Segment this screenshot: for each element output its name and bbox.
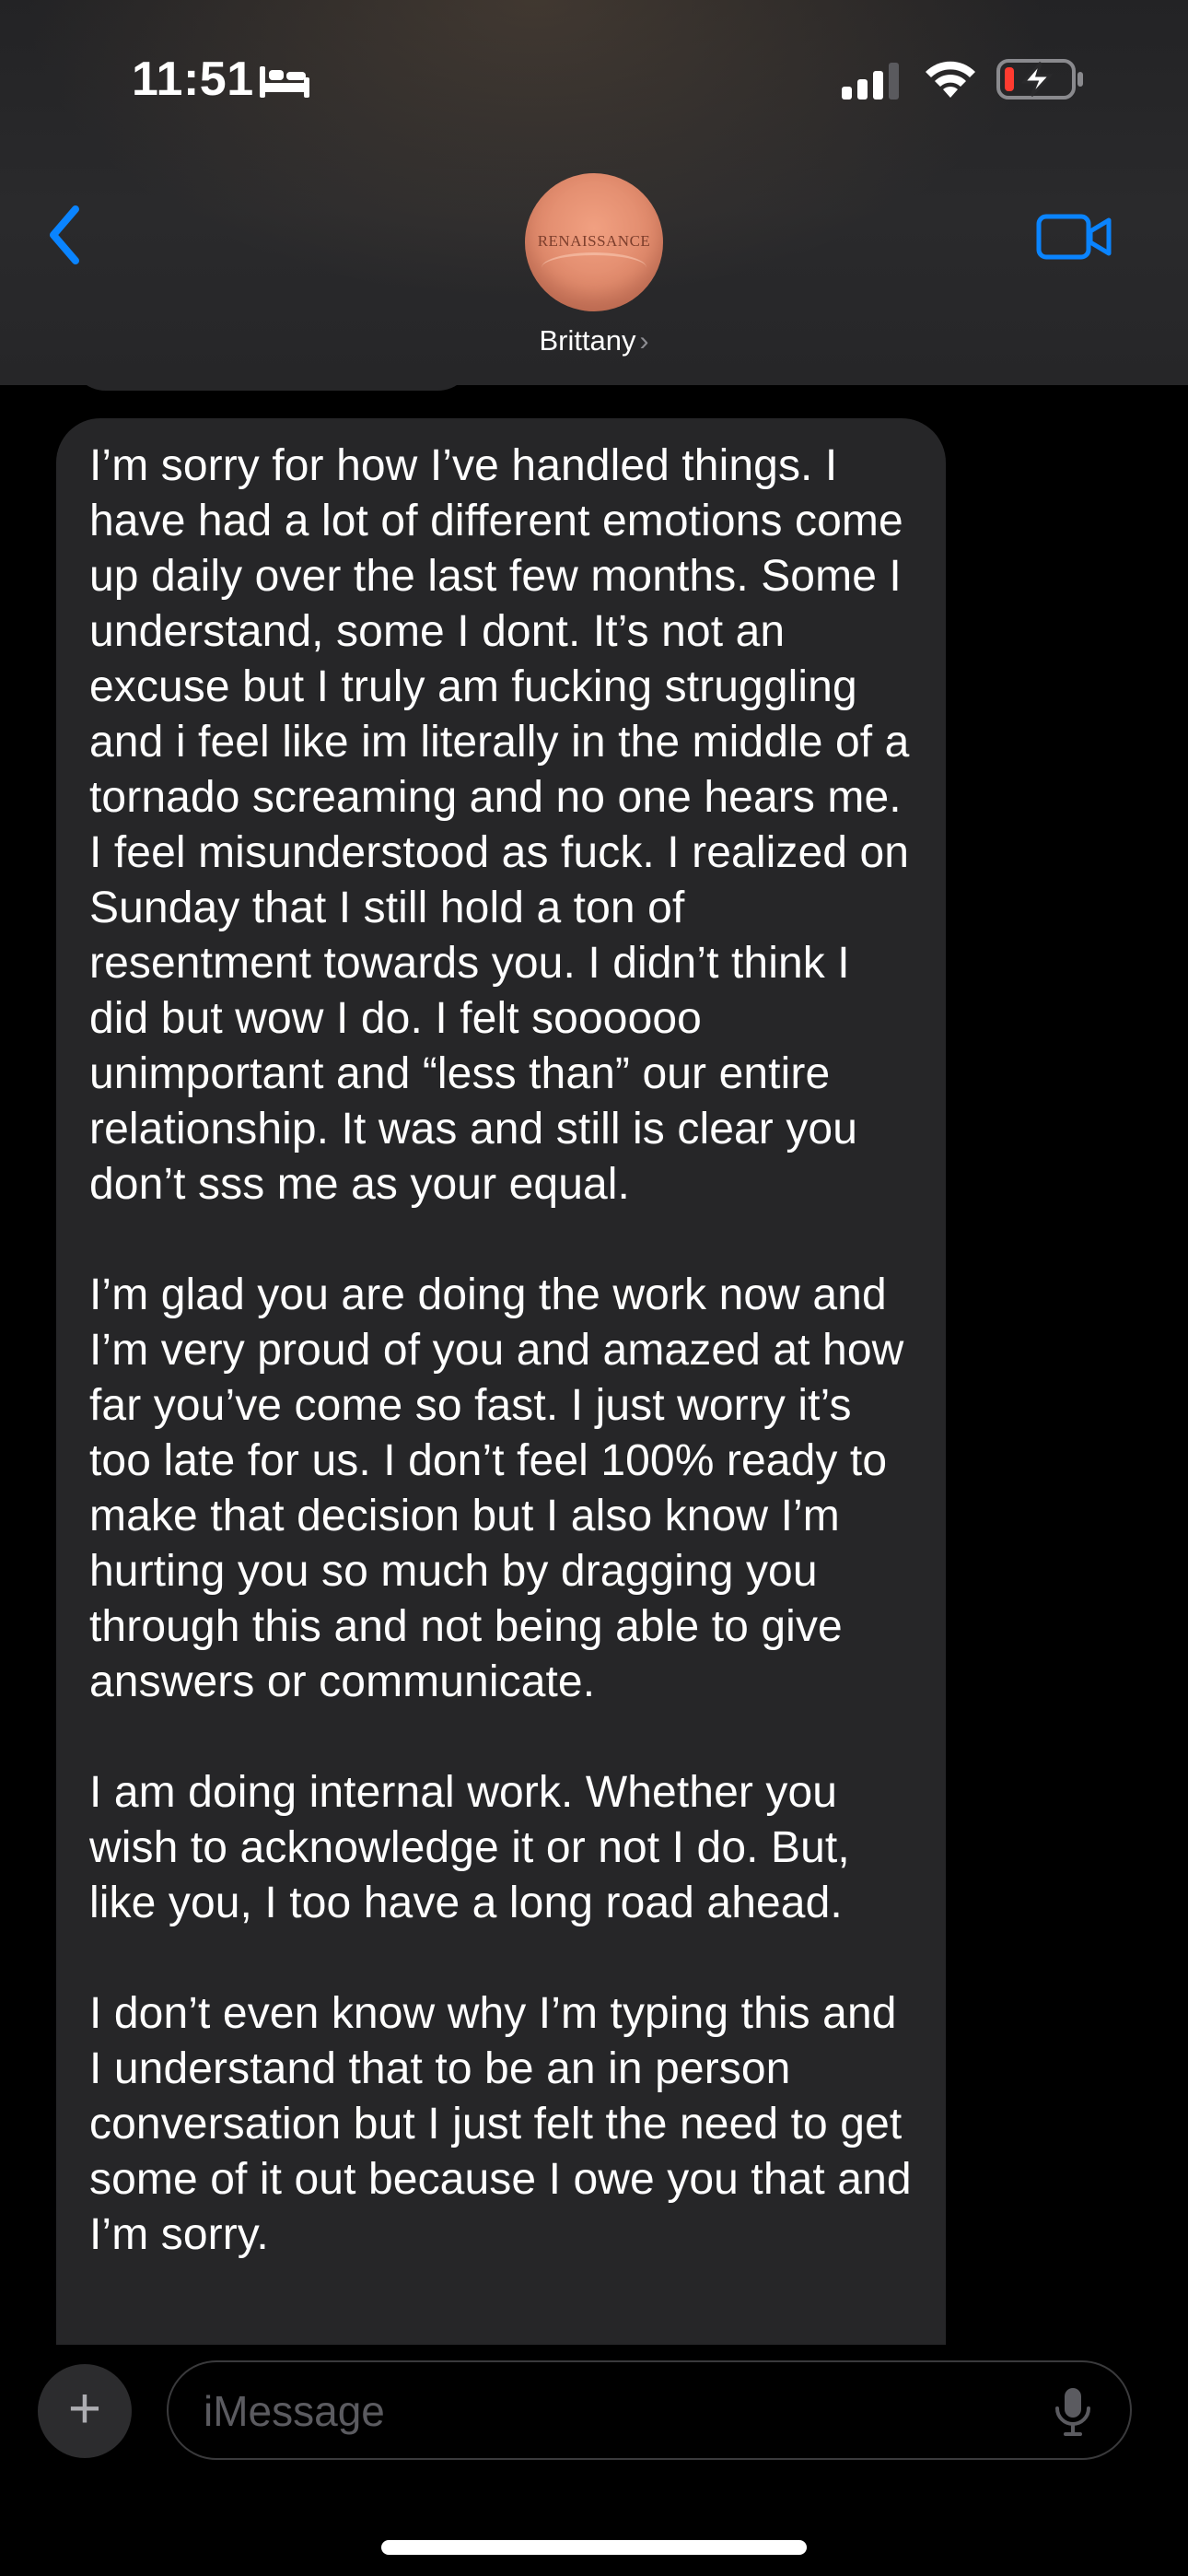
message-paragraph-1: I’m sorry for how I’ve handled things. I… [89, 441, 910, 1209]
cellular-signal-icon [842, 63, 899, 100]
microphone-icon[interactable] [1053, 2386, 1093, 2438]
message-paragraph-4: I don’t even know why I’m typing this an… [89, 1989, 912, 2259]
incoming-message-bubble[interactable]: I’m sorry for how I’ve handled things. I… [56, 418, 946, 2345]
conversation-header: 11:51 RENAISSANCE Brittany › [0, 0, 1188, 385]
message-paragraph-2: I’m glad you are doing the work now and … [89, 1270, 904, 1706]
bed-icon [260, 66, 309, 98]
video-camera-icon[interactable] [1035, 209, 1112, 264]
battery-charging-low-icon [996, 59, 1083, 100]
contact-name: Brittany [539, 324, 636, 357]
avatar-album-text: RENAISSANCE [537, 232, 651, 250]
apps-plus-button[interactable]: + [38, 2364, 132, 2458]
wifi-icon [926, 61, 975, 98]
message-input[interactable] [202, 2362, 1034, 2460]
chevron-right-icon: › [639, 326, 649, 357]
contact-avatar[interactable]: RENAISSANCE [525, 173, 663, 311]
status-time: 11:51 [132, 53, 254, 106]
message-field[interactable] [167, 2360, 1132, 2460]
back-button[interactable] [37, 198, 92, 272]
plus-icon: + [67, 2377, 102, 2441]
contact-name-button[interactable]: Brittany › [0, 324, 1188, 357]
home-indicator[interactable] [381, 2540, 807, 2555]
message-paragraph-3: I am doing internal work. Whether you wi… [89, 1768, 850, 1927]
